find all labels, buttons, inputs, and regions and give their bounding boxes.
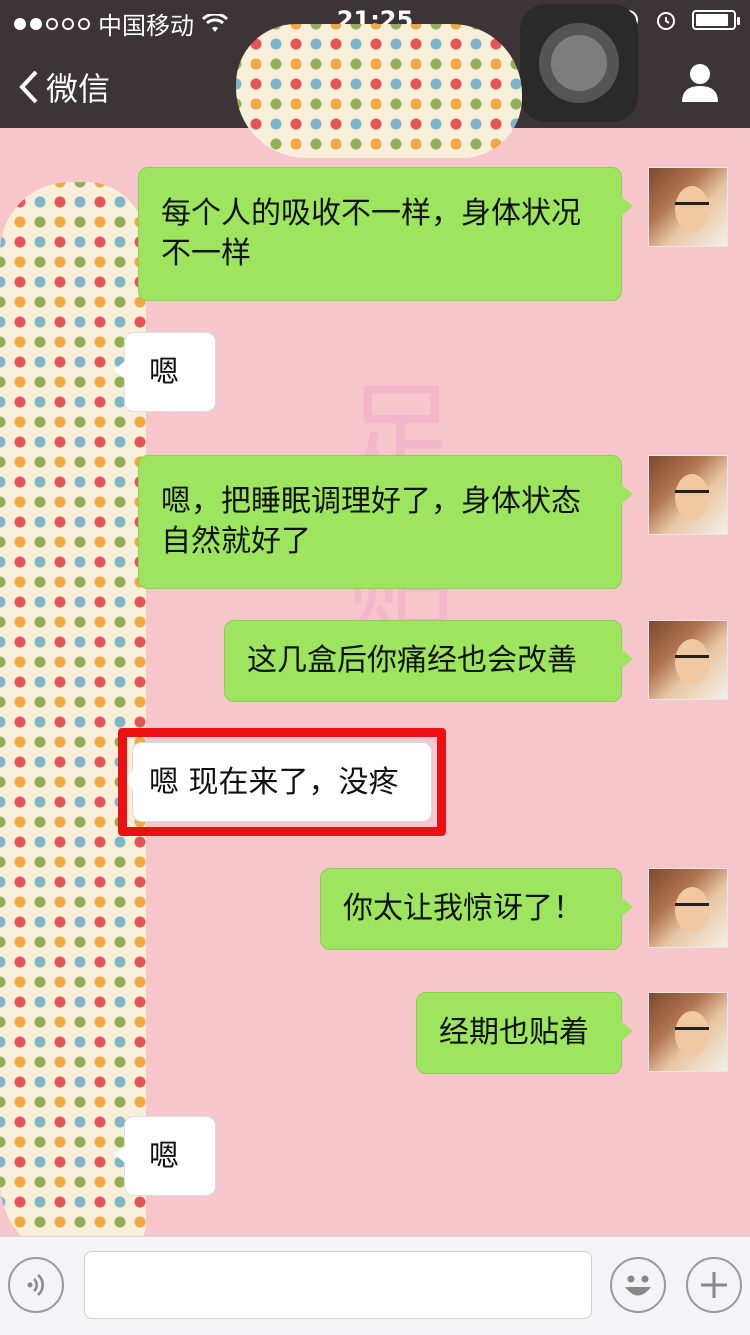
- profile-icon[interactable]: [680, 62, 720, 104]
- battery-level: [696, 14, 729, 26]
- voice-icon: [27, 1274, 44, 1296]
- polka-dot-sticker-top: [236, 24, 522, 158]
- back-label: 微信: [46, 70, 111, 108]
- message-bubble-incoming[interactable]: 嗯: [114, 332, 216, 412]
- assistive-touch-button[interactable]: [520, 4, 638, 122]
- highlight-box: [118, 728, 446, 836]
- avatar[interactable]: [648, 620, 728, 700]
- emoji-button[interactable]: [610, 1257, 666, 1313]
- emoji-icon: [625, 1275, 651, 1296]
- plus-button[interactable]: [686, 1257, 742, 1313]
- avatar[interactable]: [648, 992, 728, 1072]
- voice-button[interactable]: [8, 1257, 64, 1313]
- plus-icon: [701, 1272, 727, 1298]
- message-bubble-outgoing[interactable]: 经期也贴着: [416, 992, 633, 1074]
- chevron-left-icon: [19, 70, 38, 104]
- message-bubble-incoming[interactable]: 嗯: [114, 1116, 216, 1196]
- back-button[interactable]: 微信: [18, 64, 110, 110]
- message-bubble-outgoing[interactable]: 每个人的吸收不一样，身体状况不一样: [138, 167, 633, 301]
- alarm-icon: [657, 12, 675, 30]
- message-bubble-outgoing[interactable]: 你太让我惊讶了！: [320, 868, 633, 950]
- avatar[interactable]: [648, 455, 728, 535]
- message-bubble-outgoing[interactable]: 嗯，把睡眠调理好了，身体状态自然就好了: [138, 455, 633, 589]
- avatar[interactable]: [648, 868, 728, 948]
- message-input[interactable]: [84, 1251, 592, 1319]
- battery-icon: [692, 10, 740, 30]
- avatar[interactable]: [648, 167, 728, 247]
- input-bar: [0, 1236, 750, 1335]
- message-bubble-outgoing[interactable]: 这几盒后你痛经也会改善: [224, 620, 633, 702]
